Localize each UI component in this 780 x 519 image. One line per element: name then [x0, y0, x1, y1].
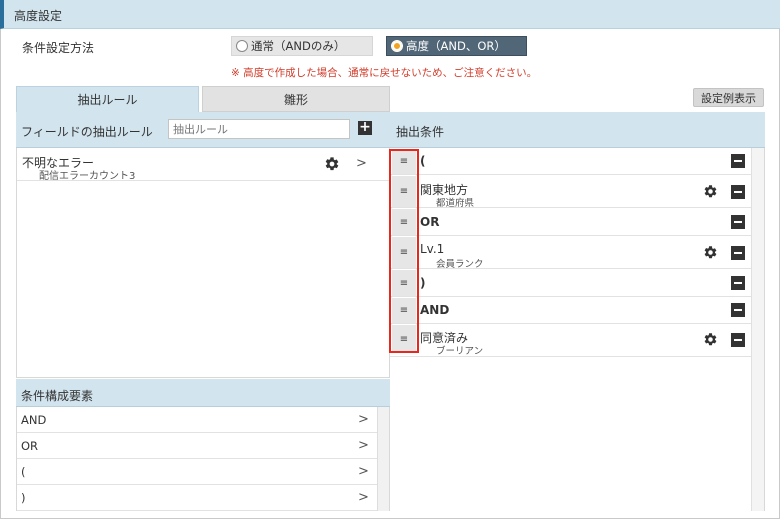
condition-subtitle: 都道府県: [436, 198, 475, 209]
chevron-right-icon[interactable]: >: [358, 490, 369, 505]
list-item[interactable]: AND >: [17, 407, 377, 433]
conditions-title: 抽出条件: [396, 125, 445, 139]
gear-icon[interactable]: [703, 184, 718, 199]
gear-icon[interactable]: [703, 332, 718, 347]
elements-header: 条件構成要素: [16, 379, 390, 407]
chevron-right-icon[interactable]: >: [358, 438, 369, 453]
remove-icon[interactable]: [731, 303, 745, 317]
remove-icon[interactable]: [731, 276, 745, 290]
show-example-button[interactable]: 設定例表示: [693, 88, 764, 107]
radio-checked-icon[interactable]: [391, 40, 403, 52]
remove-icon[interactable]: [731, 333, 745, 347]
tab-extract-rules[interactable]: 抽出ルール: [16, 86, 199, 112]
element-label: (: [21, 465, 26, 479]
condition-text: AND: [420, 303, 450, 317]
condition-subtitle: ブーリアン: [436, 346, 484, 357]
chevron-right-icon[interactable]: >: [358, 412, 369, 427]
mode-option-advanced-label: 高度（AND、OR）: [406, 39, 506, 53]
elements-list: AND > OR > ( > ) >: [16, 407, 377, 511]
gear-icon[interactable]: [703, 245, 718, 260]
radio-unchecked-icon[interactable]: [236, 40, 248, 52]
mode-label: 条件設定方法: [22, 41, 95, 55]
remove-icon[interactable]: [731, 154, 745, 168]
rule-search-input[interactable]: [168, 119, 350, 139]
element-label: OR: [21, 439, 39, 453]
gear-icon[interactable]: [324, 156, 340, 172]
remove-icon[interactable]: [731, 185, 745, 199]
condition-text: (: [420, 154, 426, 168]
condition-row[interactable]: ≡ (: [390, 148, 751, 175]
mode-option-normal-label: 通常（ANDのみ）: [251, 39, 346, 53]
condition-row[interactable]: ≡ AND: [390, 297, 751, 324]
add-icon[interactable]: +: [358, 120, 372, 135]
condition-text: Lv.1: [420, 242, 445, 256]
field-rules-list: 不明なエラー 配信エラーカウント3 >: [16, 148, 390, 378]
condition-row[interactable]: ≡ 関東地方 都道府県: [390, 175, 751, 209]
list-item[interactable]: 不明なエラー 配信エラーカウント3 >: [17, 148, 389, 182]
condition-text: OR: [420, 215, 440, 229]
field-rules-header: フィールドの抽出ルール +: [16, 112, 390, 148]
title-bar: 高度設定: [0, 0, 780, 29]
elements-scrollbar[interactable]: [377, 407, 390, 511]
list-item[interactable]: ) >: [17, 485, 377, 511]
field-rules-title: フィールドの抽出ルール: [21, 125, 153, 139]
conditions-header: 抽出条件: [390, 112, 765, 148]
condition-subtitle: 会員ランク: [436, 259, 484, 270]
conditions-scrollbar[interactable]: [751, 148, 764, 511]
element-label: AND: [21, 413, 47, 427]
chevron-right-icon[interactable]: >: [356, 156, 367, 171]
condition-row[interactable]: ≡ 同意済み ブーリアン: [390, 324, 751, 357]
mode-option-normal[interactable]: 通常（ANDのみ）: [231, 36, 373, 56]
elements-title: 条件構成要素: [21, 389, 94, 403]
chevron-right-icon[interactable]: >: [358, 464, 369, 479]
mode-option-advanced[interactable]: 高度（AND、OR）: [386, 36, 527, 56]
drag-handle-highlight: [389, 149, 419, 353]
warning-text: ※ 高度で作成した場合、通常に戻せないため、ご注意ください。: [231, 67, 538, 79]
condition-row[interactable]: ≡ Lv.1 会員ランク: [390, 236, 751, 270]
list-item[interactable]: ( >: [17, 459, 377, 485]
condition-row[interactable]: ≡ ): [390, 269, 751, 297]
condition-row[interactable]: ≡ OR: [390, 208, 751, 236]
remove-icon[interactable]: [731, 246, 745, 260]
page-title: 高度設定: [14, 9, 63, 23]
list-item[interactable]: OR >: [17, 433, 377, 459]
element-label: ): [21, 491, 26, 505]
tab-template[interactable]: 雛形: [202, 86, 390, 112]
remove-icon[interactable]: [731, 215, 745, 229]
rule-subtitle: 配信エラーカウント3: [39, 171, 136, 182]
conditions-list: ≡ ( ≡ 関東地方 都道府県 ≡ OR ≡ Lv.1 会員ランク ≡ ) ≡ …: [390, 148, 765, 511]
condition-text: ): [420, 276, 426, 290]
